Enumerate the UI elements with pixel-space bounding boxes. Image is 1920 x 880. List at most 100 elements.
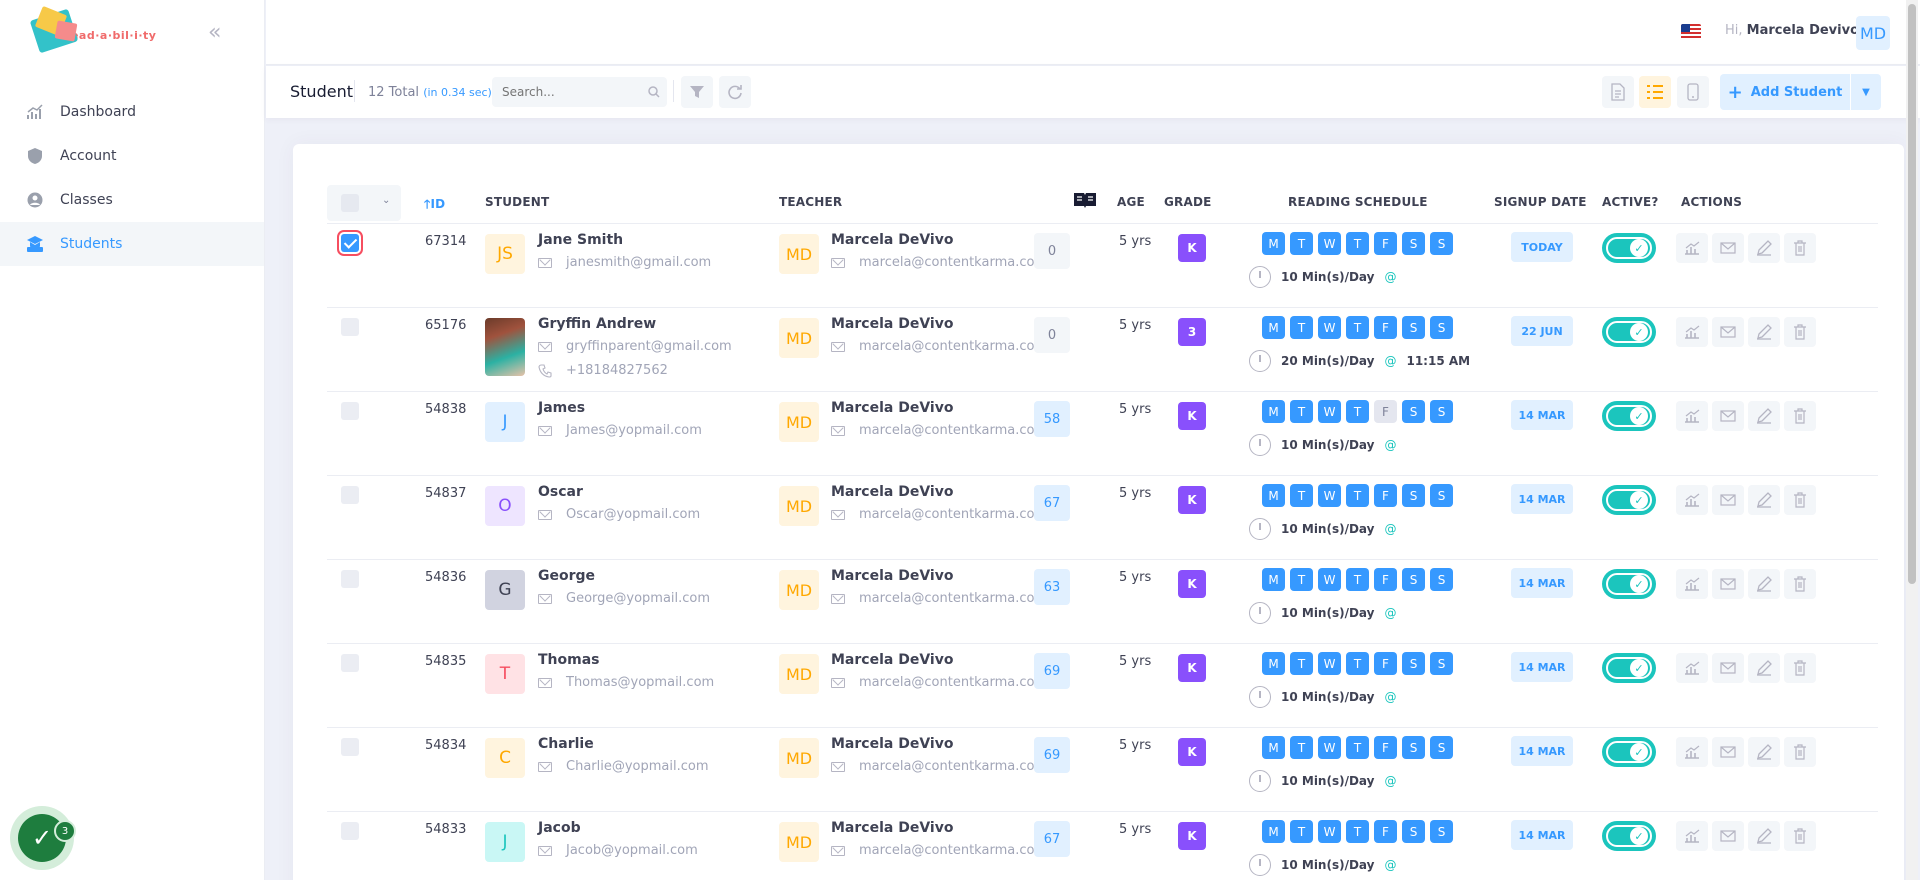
student-name[interactable]: Thomas	[538, 652, 600, 668]
reading-day[interactable]: S	[1430, 652, 1453, 675]
sidebar-item-dashboard[interactable]: Dashboard	[0, 90, 264, 134]
student-email[interactable]: Charlie@yopmail.com	[538, 759, 709, 774]
sidebar-item-account[interactable]: Account	[0, 134, 264, 178]
user-greeting[interactable]: Hi, Marcela Devivo	[1725, 23, 1859, 38]
teacher-email[interactable]: marcela@contentkarma.com	[831, 255, 1047, 270]
books-read-badge[interactable]: 0	[1034, 233, 1070, 269]
teacher-name[interactable]: Marcela DeVivo	[831, 484, 953, 500]
student-email[interactable]: janesmith@gmail.com	[538, 255, 711, 270]
student-name[interactable]: Jane Smith	[538, 232, 623, 248]
student-email[interactable]: Oscar@yopmail.com	[538, 507, 700, 522]
edit-button[interactable]	[1748, 653, 1780, 683]
stats-button[interactable]	[1676, 485, 1708, 515]
teacher-name[interactable]: Marcela DeVivo	[831, 316, 953, 332]
reading-day[interactable]: T	[1290, 484, 1313, 507]
reading-day[interactable]: S	[1430, 568, 1453, 591]
reading-day[interactable]: S	[1402, 568, 1425, 591]
delete-button[interactable]	[1784, 485, 1816, 515]
reading-day[interactable]: T	[1346, 652, 1369, 675]
row-checkbox[interactable]	[341, 402, 359, 420]
reading-schedule[interactable]: 10 Min(s)/Day @	[1249, 770, 1396, 792]
teacher-avatar[interactable]: MD	[779, 402, 819, 442]
active-toggle[interactable]: ✓	[1602, 569, 1656, 599]
student-email[interactable]: Thomas@yopmail.com	[538, 675, 714, 690]
reading-day[interactable]: W	[1318, 484, 1341, 507]
books-read-icon[interactable]	[1073, 191, 1097, 209]
edit-button[interactable]	[1748, 821, 1780, 851]
column-id[interactable]: 🡑ID	[424, 195, 445, 216]
student-phone[interactable]: +18184827562	[538, 363, 668, 378]
reading-day[interactable]: M	[1262, 484, 1285, 507]
add-student-button[interactable]: + Add Student	[1720, 74, 1850, 110]
page-scrollbar[interactable]	[1906, 0, 1918, 880]
student-avatar[interactable]: C	[485, 738, 525, 778]
delete-button[interactable]	[1784, 821, 1816, 851]
active-toggle[interactable]: ✓	[1602, 485, 1656, 515]
reading-day[interactable]: W	[1318, 568, 1341, 591]
student-email[interactable]: George@yopmail.com	[538, 591, 710, 606]
edit-button[interactable]	[1748, 317, 1780, 347]
student-name[interactable]: Gryffin Andrew	[538, 316, 656, 332]
reading-day[interactable]: M	[1262, 568, 1285, 591]
teacher-email[interactable]: marcela@contentkarma.com	[831, 759, 1047, 774]
reading-day[interactable]: W	[1318, 232, 1341, 255]
filter-button[interactable]	[681, 76, 713, 108]
stats-button[interactable]	[1676, 233, 1708, 263]
edit-button[interactable]	[1748, 737, 1780, 767]
teacher-name[interactable]: Marcela DeVivo	[831, 652, 953, 668]
student-name[interactable]: James	[538, 400, 585, 416]
reading-schedule[interactable]: 10 Min(s)/Day @	[1249, 686, 1396, 708]
reading-day[interactable]: T	[1290, 820, 1313, 843]
student-name[interactable]: George	[538, 568, 595, 584]
row-checkbox[interactable]	[341, 234, 359, 252]
reading-day[interactable]: F	[1374, 400, 1397, 423]
reading-day[interactable]: T	[1290, 652, 1313, 675]
select-all-dropdown[interactable]: ⌄	[327, 185, 401, 221]
reading-day[interactable]: T	[1290, 400, 1313, 423]
reading-day[interactable]: W	[1318, 400, 1341, 423]
edit-button[interactable]	[1748, 233, 1780, 263]
teacher-avatar[interactable]: MD	[779, 486, 819, 526]
add-student-dropdown[interactable]: ▼	[1851, 74, 1881, 110]
reading-day[interactable]: M	[1262, 736, 1285, 759]
reading-day[interactable]: T	[1346, 736, 1369, 759]
user-avatar[interactable]: MD	[1856, 16, 1890, 50]
email-button[interactable]	[1712, 485, 1744, 515]
reading-day[interactable]: M	[1262, 652, 1285, 675]
stats-button[interactable]	[1676, 653, 1708, 683]
books-read-badge[interactable]: 58	[1034, 401, 1070, 437]
student-avatar[interactable]: JS	[485, 234, 525, 274]
active-toggle[interactable]: ✓	[1602, 821, 1656, 851]
reading-day[interactable]: T	[1346, 232, 1369, 255]
delete-button[interactable]	[1784, 233, 1816, 263]
teacher-email[interactable]: marcela@contentkarma.com	[831, 423, 1047, 438]
reading-day[interactable]: S	[1402, 652, 1425, 675]
books-read-badge[interactable]: 69	[1034, 737, 1070, 773]
sidebar-item-students[interactable]: Students	[0, 222, 264, 266]
teacher-avatar[interactable]: MD	[779, 654, 819, 694]
delete-button[interactable]	[1784, 737, 1816, 767]
reading-day[interactable]: S	[1402, 316, 1425, 339]
student-avatar[interactable]: T	[485, 654, 525, 694]
reading-day[interactable]: S	[1430, 232, 1453, 255]
scrollbar-thumb[interactable]	[1908, 4, 1916, 584]
stats-button[interactable]	[1676, 569, 1708, 599]
row-checkbox[interactable]	[341, 738, 359, 756]
reading-schedule[interactable]: 10 Min(s)/Day @	[1249, 266, 1396, 288]
reading-day[interactable]: F	[1374, 316, 1397, 339]
reading-day[interactable]: S	[1402, 736, 1425, 759]
reading-day[interactable]: F	[1374, 820, 1397, 843]
edit-button[interactable]	[1748, 569, 1780, 599]
reading-schedule[interactable]: 10 Min(s)/Day @	[1249, 434, 1396, 456]
reading-day[interactable]: W	[1318, 652, 1341, 675]
collapse-sidebar-icon[interactable]: «	[208, 20, 221, 45]
stats-button[interactable]	[1676, 821, 1708, 851]
teacher-email[interactable]: marcela@contentkarma.com	[831, 591, 1047, 606]
select-all-checkbox[interactable]	[341, 194, 359, 212]
teacher-name[interactable]: Marcela DeVivo	[831, 232, 953, 248]
reading-day[interactable]: W	[1318, 820, 1341, 843]
column-reading-schedule[interactable]: Reading Schedule	[1288, 195, 1428, 209]
reading-schedule[interactable]: 10 Min(s)/Day @	[1249, 602, 1396, 624]
reading-day[interactable]: S	[1402, 400, 1425, 423]
reading-day[interactable]: T	[1290, 232, 1313, 255]
